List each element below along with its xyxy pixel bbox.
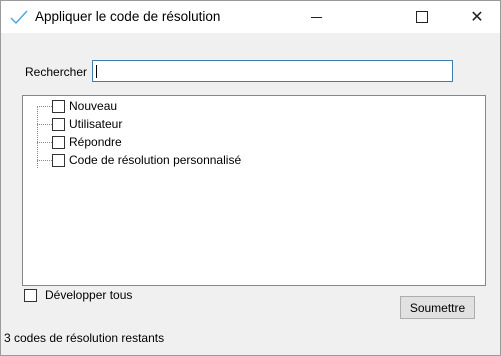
tree-item-label: Répondre [69,135,122,149]
tree-connector-line [37,107,38,168]
checkbox[interactable] [52,118,65,131]
tree-item-label: Code de résolution personnalisé [69,153,242,167]
close-button[interactable]: ✕ [454,1,500,33]
text-caret [96,65,97,78]
expand-all-label: Développer tous [45,288,133,302]
maximize-button[interactable] [399,1,445,33]
tree-branch-line [37,142,52,143]
checkmark-icon [10,10,28,25]
tree-branch-line [37,106,52,107]
minimize-button[interactable] [293,1,339,33]
status-text: 3 codes de résolution restants [4,331,165,345]
close-icon: ✕ [470,9,484,26]
checkbox[interactable] [52,136,65,149]
checkbox[interactable] [24,289,37,302]
dialog-window: Appliquer le code de résolution ✕ Recher… [0,0,501,356]
submit-button[interactable]: Soumettre [400,296,475,319]
tree-branch-line [37,160,52,161]
resolution-code-tree[interactable]: Nouveau Utilisateur Répondre Code de rés… [22,95,486,286]
title-bar[interactable]: Appliquer le code de résolution ✕ [1,1,500,33]
tree-item-label: Nouveau [69,99,118,113]
checkbox[interactable] [52,154,65,167]
search-input[interactable] [92,60,453,82]
minimize-icon [310,16,322,18]
checkbox[interactable] [52,100,65,113]
tree-item-label: Utilisateur [69,117,123,131]
search-label: Rechercher [25,65,88,79]
tree-branch-line [37,124,52,125]
maximize-icon [416,11,428,23]
window-title: Appliquer le code de résolution [35,9,221,24]
